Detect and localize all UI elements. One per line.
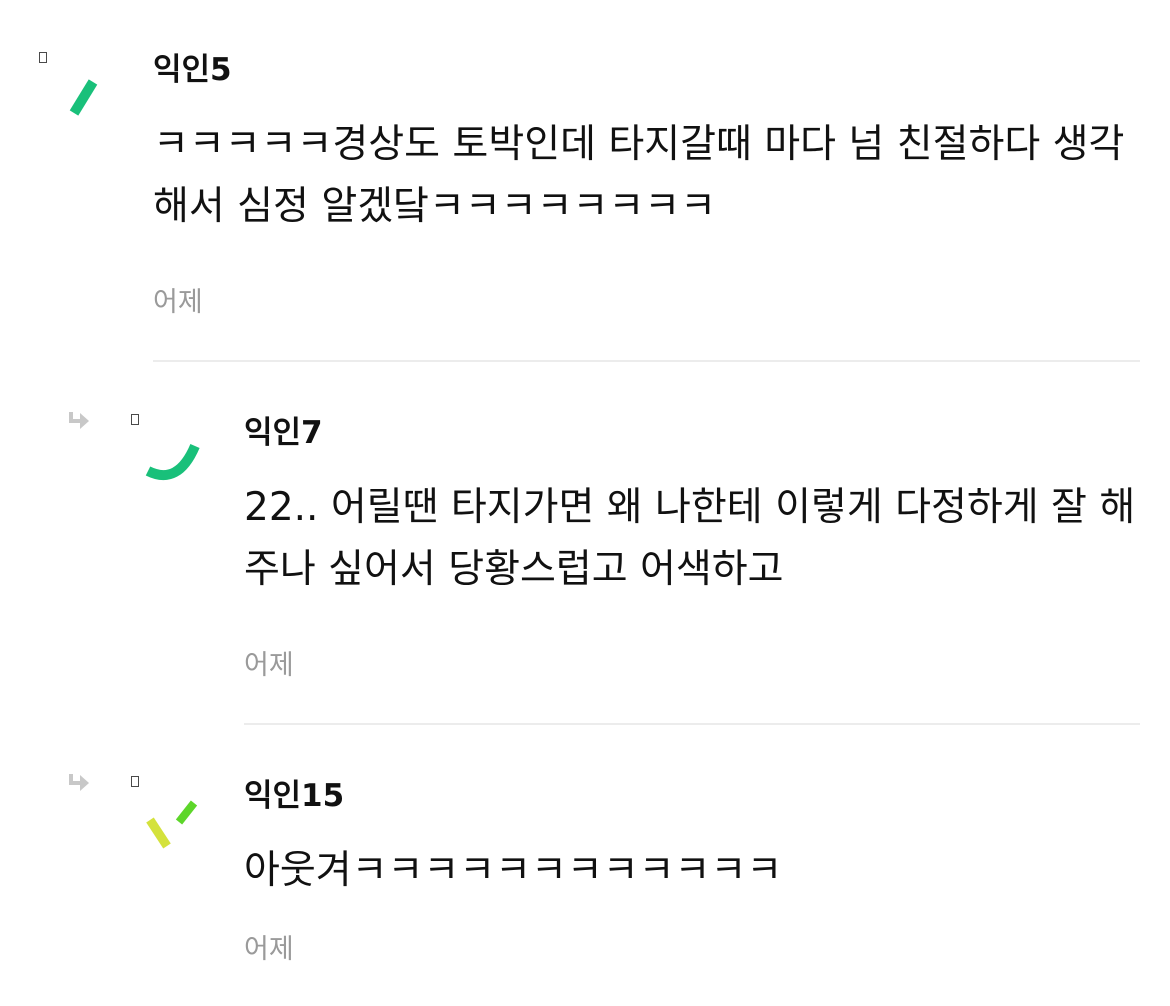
reply-arrow-icon: [69, 774, 89, 791]
comment-timestamp: 어제: [244, 934, 294, 965]
comment-body: 아웃겨ㅋㅋㅋㅋㅋㅋㅋㅋㅋㅋㅋㅋ: [244, 848, 783, 893]
reply-comment-item: 익인15 아웃겨ㅋㅋㅋㅋㅋㅋㅋㅋㅋㅋㅋㅋ 어제: [0, 0, 1170, 1006]
comment-author[interactable]: 익인15: [244, 776, 344, 816]
avatar[interactable]: [138, 782, 218, 862]
